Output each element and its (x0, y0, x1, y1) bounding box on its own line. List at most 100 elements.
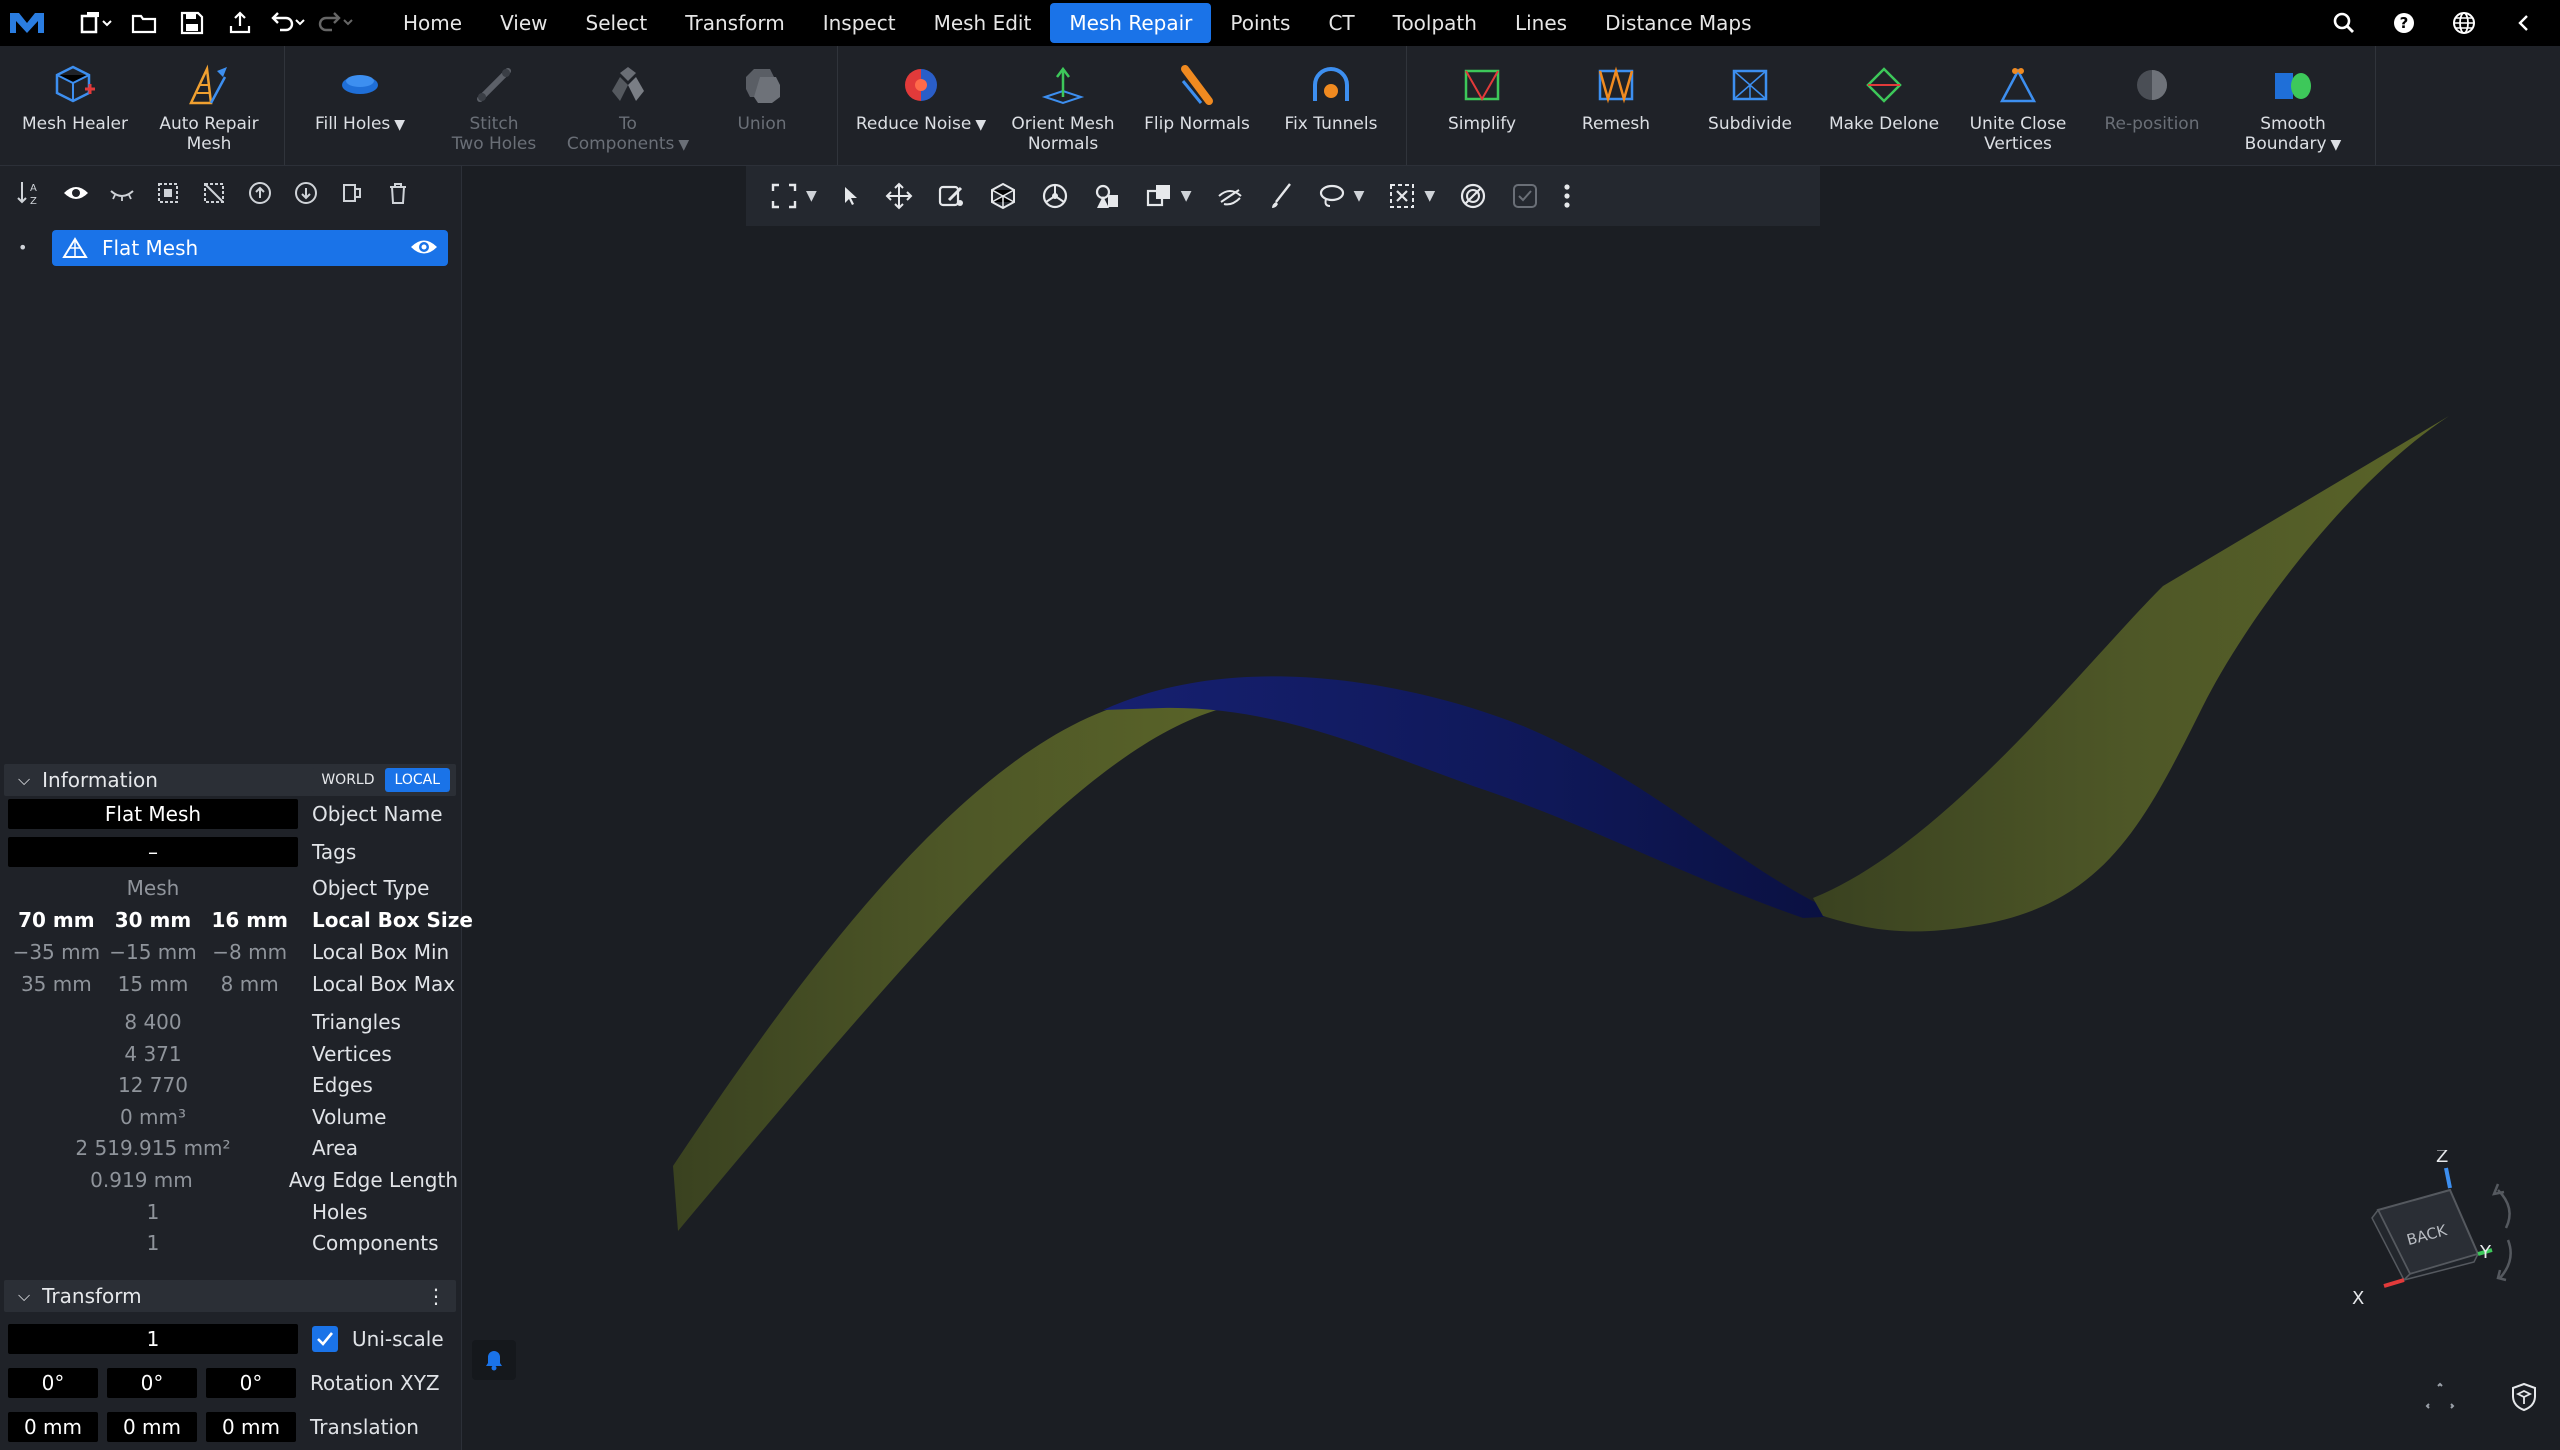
auto-repair-mesh-button[interactable]: Auto Repair Mesh (142, 46, 276, 165)
mesh-select-icon[interactable] (989, 176, 1017, 216)
union-button[interactable]: Union (695, 46, 829, 165)
smooth-boundary-dropdown-icon[interactable]: ▼ (2331, 137, 2342, 153)
box-size-x: 70 mm (18, 908, 95, 932)
uniscale-checkbox[interactable] (312, 1326, 338, 1352)
save-icon[interactable] (170, 3, 214, 43)
translation-z-input[interactable]: 0 mm (206, 1412, 296, 1442)
brush-icon[interactable] (1268, 176, 1294, 216)
collapse-left-icon[interactable] (2504, 3, 2544, 43)
box-min-label: Local Box Min (312, 940, 450, 964)
visibility-eye-icon[interactable] (410, 236, 438, 263)
menu-tab-transform[interactable]: Transform (666, 3, 803, 43)
reposition-button[interactable]: Re-position (2085, 46, 2219, 165)
menu-tab-lines[interactable]: Lines (1496, 3, 1586, 43)
box-deselect-icon[interactable]: ▼ (1388, 176, 1435, 216)
rotation-y-input[interactable]: 0° (107, 1368, 197, 1398)
more-options-icon[interactable]: ⋮ (426, 1284, 446, 1308)
menu-tab-mesh-repair[interactable]: Mesh Repair (1050, 3, 1212, 43)
object-name-field[interactable]: Flat Mesh (8, 799, 298, 829)
fill-holes-button[interactable]: Fill Holes ▼ (293, 46, 427, 165)
language-globe-icon[interactable] (2444, 3, 2484, 43)
app-logo-icon[interactable] (0, 0, 54, 46)
to-components-dropdown-icon[interactable]: ▼ (678, 137, 689, 153)
sort-az-icon[interactable]: AZ (12, 175, 48, 211)
menu-tab-mesh-edit[interactable]: Mesh Edit (915, 3, 1051, 43)
local-toggle[interactable]: LOCAL (384, 768, 450, 792)
simplify-button[interactable]: Simplify (1415, 46, 1549, 165)
rotation-x-input[interactable]: 0° (8, 1368, 98, 1398)
menu-tab-distance-maps[interactable]: Distance Maps (1586, 3, 1770, 43)
hide-selection-icon[interactable] (1216, 176, 1244, 216)
undo-icon[interactable] (266, 3, 310, 43)
make-delone-button[interactable]: Make Delone (1817, 46, 1951, 165)
redo-icon[interactable] (314, 3, 358, 43)
smooth-boundary-icon (2270, 62, 2316, 108)
unite-close-vertices-button[interactable]: Unite Close Vertices (1951, 46, 2085, 165)
menu-tab-view[interactable]: View (481, 3, 566, 43)
export-icon[interactable] (218, 3, 262, 43)
box-max-z: 8 mm (220, 972, 279, 996)
move-up-icon[interactable] (242, 175, 278, 211)
deselect-all-icon[interactable] (196, 175, 232, 211)
menu-tab-home[interactable]: Home (384, 3, 481, 43)
apply-checkbox-icon[interactable] (1511, 176, 1539, 216)
tags-field[interactable]: – (8, 837, 298, 867)
paint-select-icon[interactable] (937, 176, 965, 216)
view-cube[interactable]: BACK Z Y X (2330, 1150, 2550, 1350)
union-icon (739, 62, 785, 108)
search-icon[interactable] (2324, 3, 2364, 43)
move-down-icon[interactable] (288, 175, 324, 211)
tree-item-flat-mesh[interactable]: Flat Mesh (52, 230, 448, 266)
clear-selection-icon[interactable] (1459, 176, 1487, 216)
rotation-z-input[interactable]: 0° (206, 1368, 296, 1398)
help-icon[interactable]: ? (2384, 3, 2424, 43)
unite-vertices-icon (1995, 62, 2041, 108)
orient-mesh-normals-button[interactable]: Orient Mesh Normals (996, 46, 1130, 165)
translation-x-input[interactable]: 0 mm (8, 1412, 98, 1442)
tree-expand-bullet[interactable]: • (18, 238, 27, 257)
open-folder-icon[interactable] (122, 3, 166, 43)
duplicate-icon[interactable] (334, 175, 370, 211)
rotate-view-icon[interactable] (1041, 176, 1069, 216)
fix-tunnels-button[interactable]: Fix Tunnels (1264, 46, 1398, 165)
reduce-noise-button[interactable]: Reduce Noise ▼ (846, 46, 996, 165)
rotate-ccw-arrow-icon[interactable] (2499, 1239, 2512, 1279)
menu-tab-select[interactable]: Select (567, 3, 667, 43)
select-pointer-icon[interactable] (841, 176, 861, 216)
delete-trash-icon[interactable] (380, 175, 416, 211)
mesh-healer-button[interactable]: Mesh Healer (8, 46, 142, 165)
rotate-cw-arrow-icon[interactable] (2497, 1189, 2511, 1229)
3d-viewport[interactable]: BACK Z Y X (463, 226, 2560, 1450)
fit-view-icon[interactable]: ▼ (770, 176, 817, 216)
menu-tab-points[interactable]: Points (1211, 3, 1309, 43)
clipping-box-icon[interactable]: ▼ (1145, 176, 1192, 216)
information-section-header[interactable]: ⌵ Information WORLD LOCAL (4, 764, 456, 796)
select-all-icon[interactable] (150, 175, 186, 211)
subdivide-button[interactable]: Subdivide (1683, 46, 1817, 165)
move-cross-arrows-icon[interactable] (885, 176, 913, 216)
box-size-row: 70 mm 30 mm 16 mm Local Box Size (8, 904, 473, 936)
menu-tab-ct[interactable]: CT (1309, 3, 1373, 43)
show-all-eye-icon[interactable] (58, 175, 94, 211)
menu-tab-inspect[interactable]: Inspect (804, 3, 915, 43)
shapes-icon[interactable] (1093, 176, 1121, 216)
transform-section-header[interactable]: ⌵ Transform ⋮ (4, 1280, 456, 1312)
flat-mesh-surface[interactable] (463, 226, 2560, 1450)
translation-y-input[interactable]: 0 mm (107, 1412, 197, 1442)
lasso-icon[interactable]: ▼ (1318, 176, 1364, 216)
hide-all-eye-closed-icon[interactable] (104, 175, 140, 211)
fit-corners-icon[interactable] (2425, 1382, 2455, 1417)
new-file-icon[interactable] (74, 3, 118, 43)
world-toggle[interactable]: WORLD (311, 768, 385, 792)
shield-settings-icon[interactable] (2509, 1382, 2539, 1419)
reduce-noise-dropdown-icon[interactable]: ▼ (975, 117, 986, 133)
to-components-button[interactable]: To Components ▼ (561, 46, 695, 165)
remesh-button[interactable]: Remesh (1549, 46, 1683, 165)
stitch-two-holes-button[interactable]: Stitch Two Holes (427, 46, 561, 165)
viewport-more-icon[interactable] (1563, 176, 1571, 216)
menu-tab-toolpath[interactable]: Toolpath (1374, 3, 1496, 43)
smooth-boundary-button[interactable]: Smooth Boundary ▼ (2219, 46, 2367, 165)
scale-input[interactable]: 1 (8, 1324, 298, 1354)
fill-holes-dropdown-icon[interactable]: ▼ (394, 117, 405, 133)
flip-normals-button[interactable]: Flip Normals (1130, 46, 1264, 165)
